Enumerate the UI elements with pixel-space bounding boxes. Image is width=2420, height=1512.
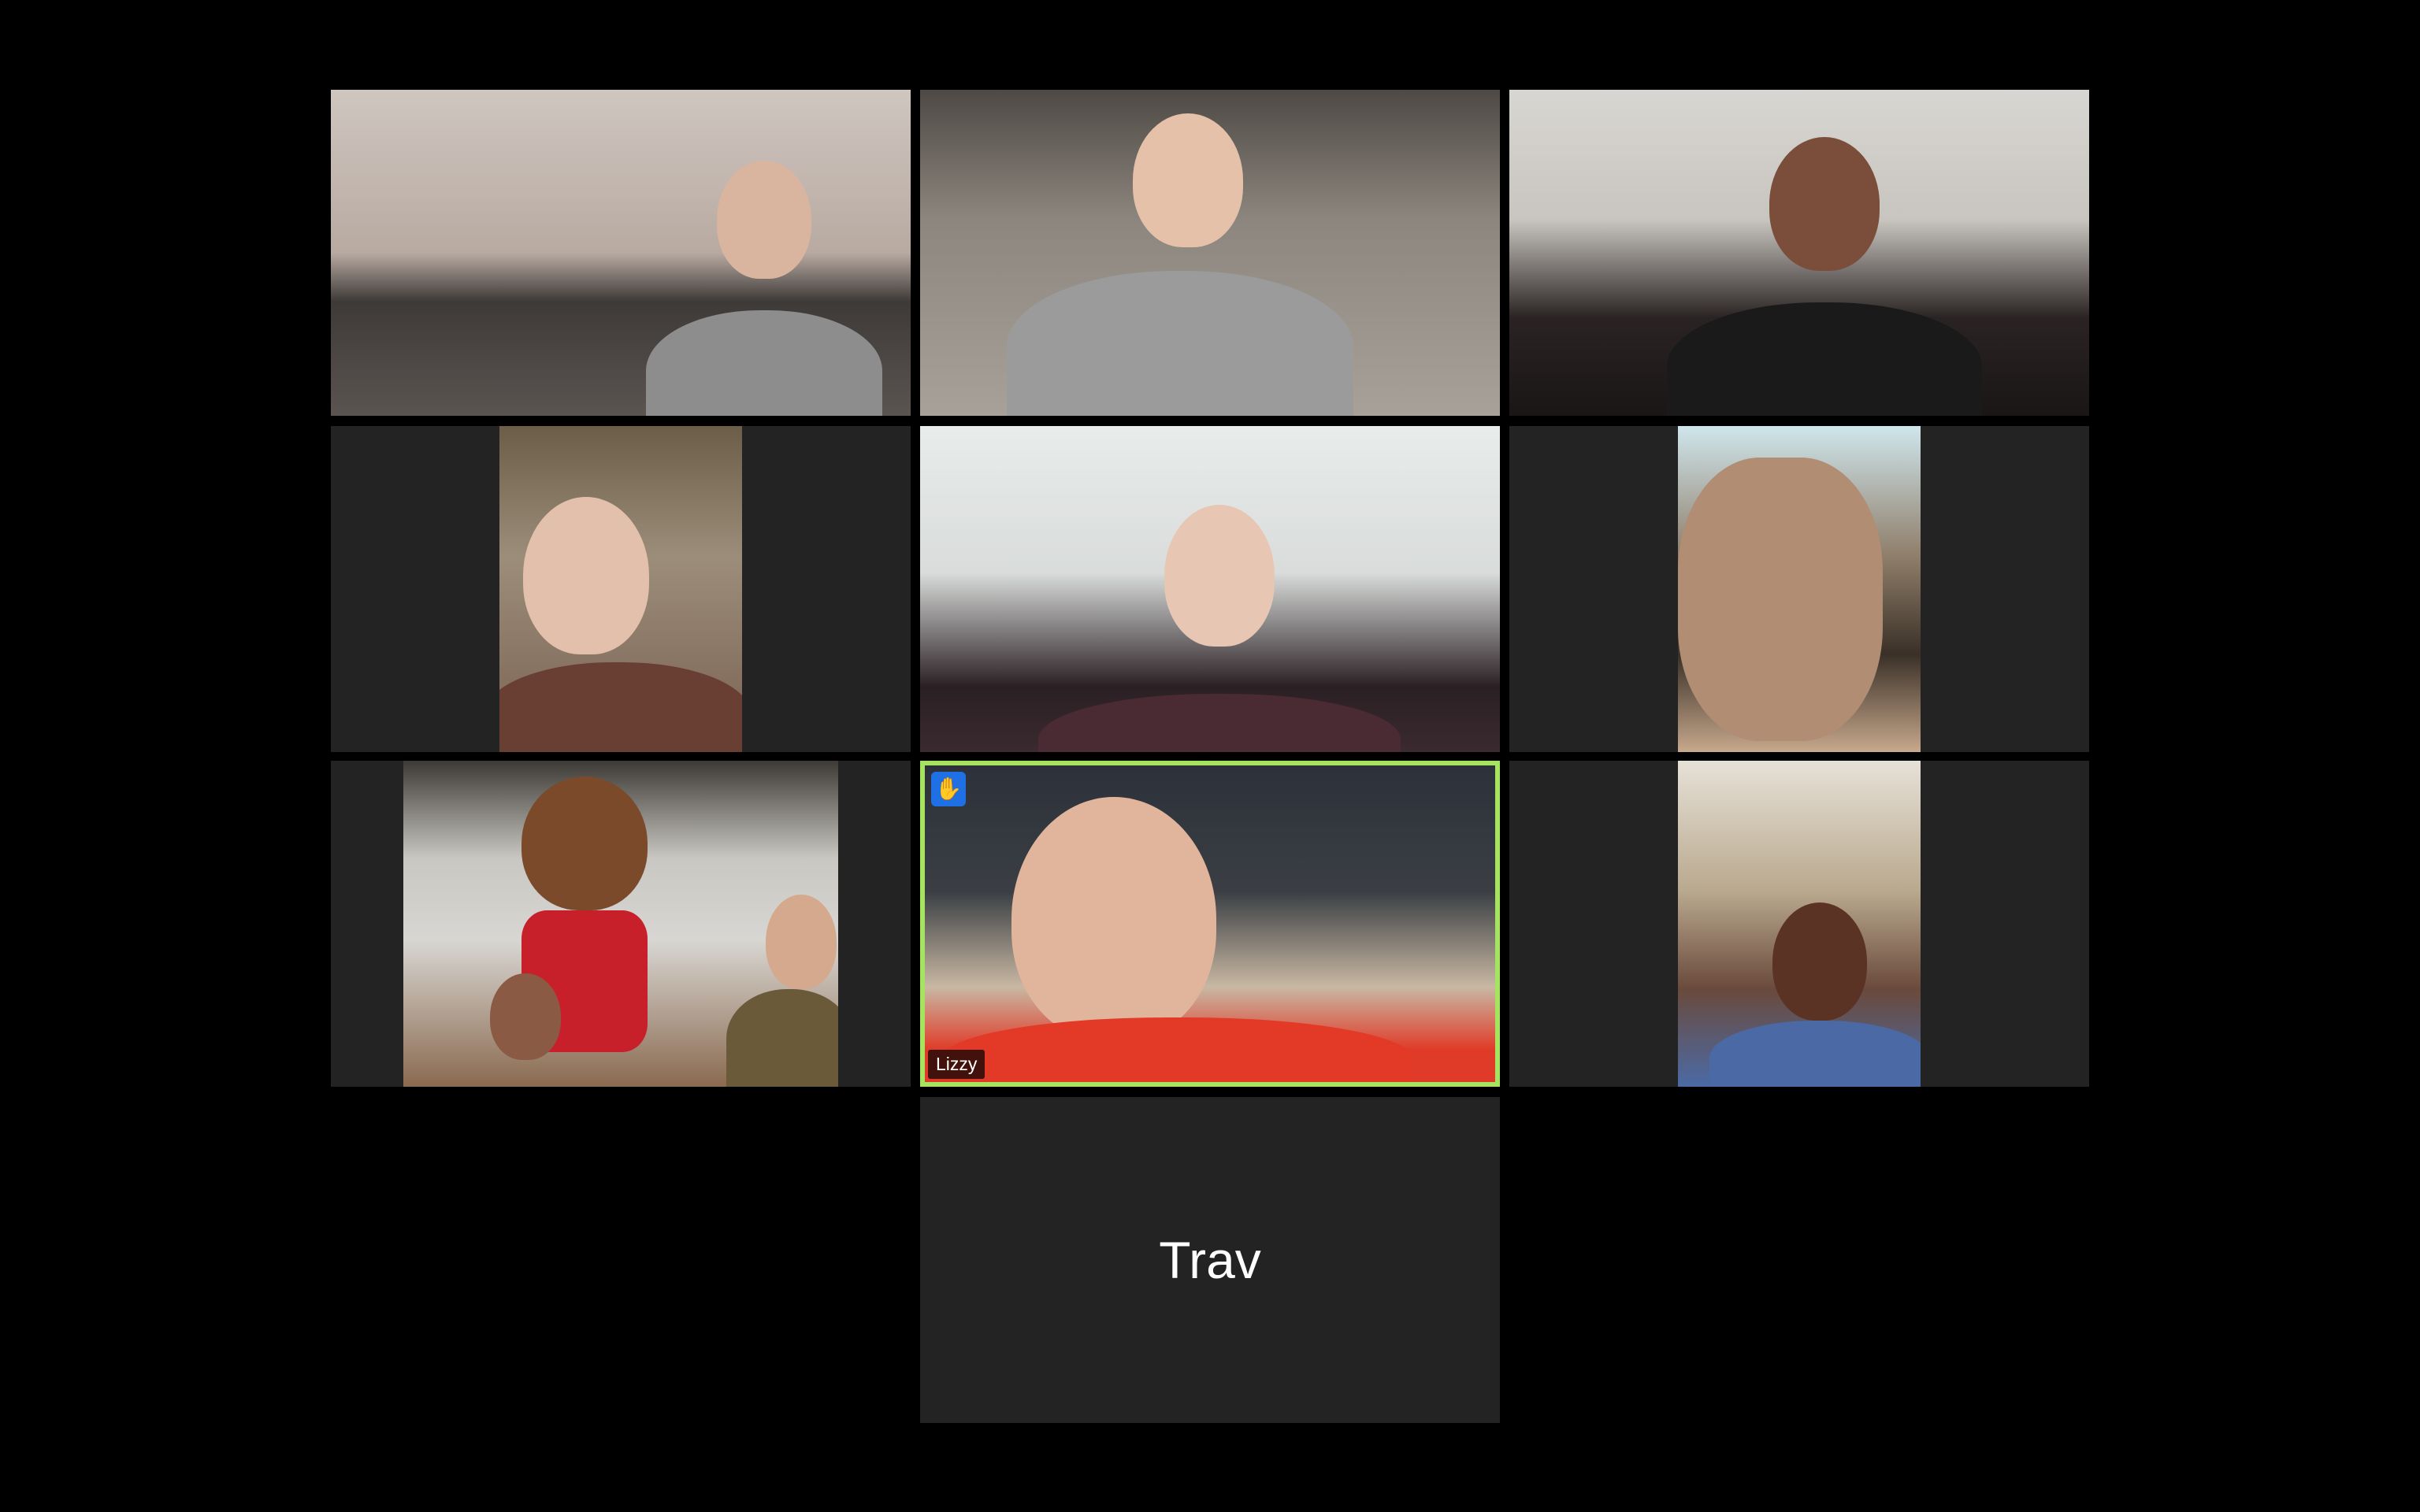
participant-tile-3[interactable] [1509, 90, 2089, 416]
participant-video-5 [920, 426, 1500, 752]
participant-face [1769, 137, 1880, 271]
participant-body [1038, 694, 1401, 752]
participant-tile-6[interactable] [1509, 426, 2089, 752]
participant-body [726, 989, 838, 1087]
participant-video-2 [920, 90, 1500, 416]
participant-body [499, 662, 742, 752]
raised-hand-icon: ✋ [931, 772, 966, 806]
participant-tile-7[interactable] [331, 761, 911, 1087]
participant-tile-5[interactable] [920, 426, 1500, 752]
participant-name-label: Lizzy [928, 1050, 985, 1079]
participant-tile-2[interactable] [920, 90, 1500, 416]
participant-tile-9[interactable] [1509, 761, 2089, 1087]
participant-face [1772, 902, 1867, 1021]
participant-video-8 [925, 765, 1495, 1082]
participant-body [1007, 271, 1353, 416]
participant-face [766, 895, 837, 989]
participant-face [1011, 797, 1216, 1041]
participant-body [1709, 1021, 1921, 1087]
participant-body [646, 310, 882, 416]
gallery-view: ✋ Lizzy Trav [0, 0, 2420, 1512]
participant-tile-10[interactable]: Trav [920, 1097, 1500, 1423]
participant-face [717, 161, 811, 279]
participant-video-4 [499, 426, 742, 752]
participant-video-9 [1678, 761, 1921, 1087]
participant-body [1667, 302, 1982, 416]
participant-tile-4[interactable] [331, 426, 911, 752]
participant-tile-1[interactable] [331, 90, 911, 416]
participant-video-1 [331, 90, 911, 416]
participant-arm [1678, 458, 1883, 741]
participant-video-6 [1678, 426, 1921, 752]
participant-face [1164, 505, 1275, 647]
participant-name-placeholder: Trav [1159, 1231, 1261, 1289]
monkey-plush [521, 776, 648, 910]
participant-face [490, 973, 561, 1060]
participant-face [523, 497, 649, 654]
participant-body [941, 1017, 1413, 1082]
participant-tile-8[interactable]: ✋ Lizzy [920, 761, 1500, 1087]
participant-face [1133, 113, 1243, 247]
participant-video-7 [403, 761, 838, 1087]
participant-video-3 [1509, 90, 2089, 416]
